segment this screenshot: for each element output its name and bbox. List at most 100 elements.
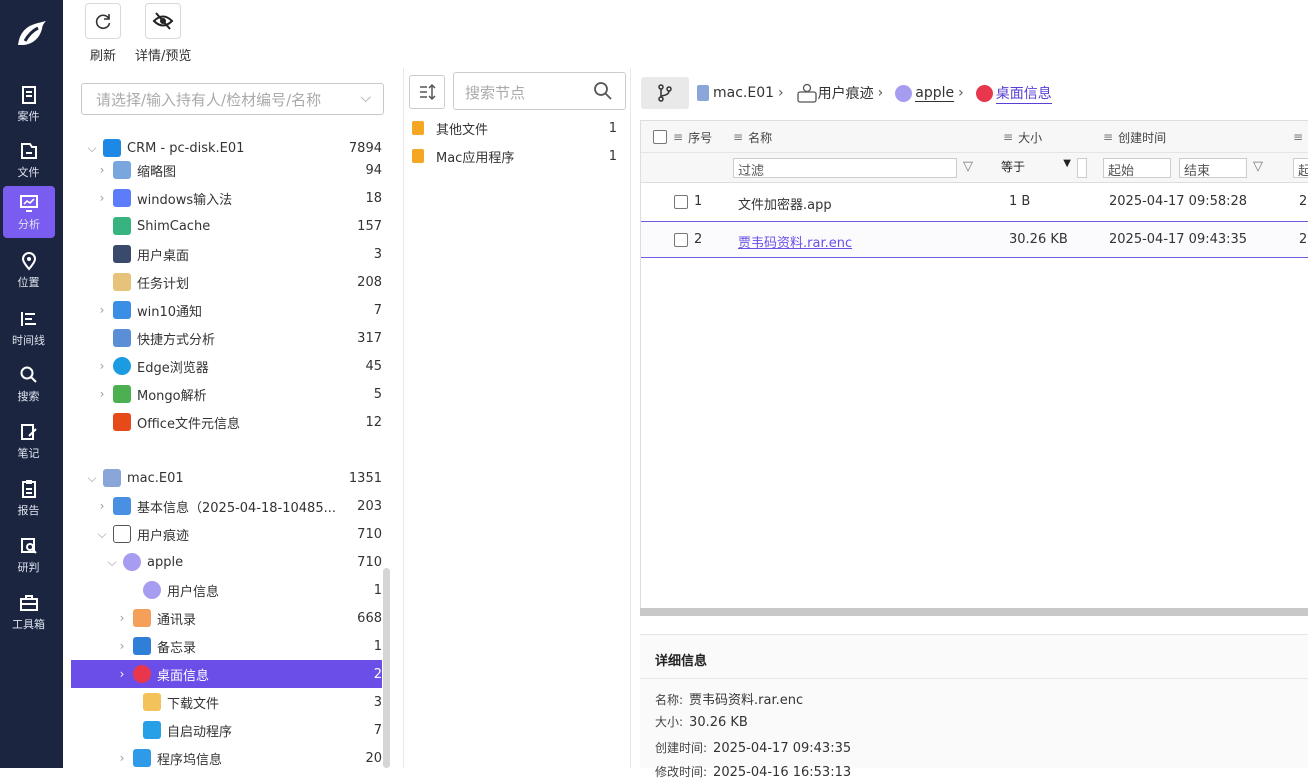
chevron-right-icon[interactable]: ›: [95, 387, 109, 401]
nav-item-analysis[interactable]: 分析: [3, 186, 55, 238]
row-name-link[interactable]: 贾韦码资料.rar.enc: [738, 232, 852, 251]
nav-item-file[interactable]: 文件: [0, 134, 57, 186]
node-item[interactable]: Mac应用程序 1: [412, 142, 617, 170]
column-name[interactable]: ≡ 名称: [733, 121, 772, 153]
search-icon: [20, 366, 37, 383]
chevron-right-icon[interactable]: ›: [115, 667, 129, 681]
more-filter-input[interactable]: 起: [1293, 158, 1308, 179]
desktop-icon: [113, 245, 131, 263]
tree-item-selected[interactable]: › 桌面信息 2: [71, 660, 382, 688]
start-date-input[interactable]: 起始: [1103, 158, 1171, 179]
tree-item[interactable]: 用户信息 1: [71, 576, 382, 604]
tree-item-count: 7: [373, 302, 382, 318]
chevron-right-icon[interactable]: ›: [115, 751, 129, 765]
chevron-right-icon[interactable]: ›: [95, 191, 109, 205]
branch-toggle-button[interactable]: [641, 77, 689, 109]
tree-item[interactable]: ⌵ mac.E01 1351: [71, 464, 382, 492]
evidence-select[interactable]: 请选择/输入持有人/检材编号/名称 ⌵: [81, 83, 384, 115]
node-search-input[interactable]: 搜索节点: [453, 72, 626, 110]
name-filter-input[interactable]: 过滤: [733, 158, 957, 179]
tree-item[interactable]: ⌵ apple 710: [71, 548, 382, 576]
column-created[interactable]: ≡ 创建时间: [1103, 121, 1166, 153]
nav-item-timeline[interactable]: 时间线: [0, 302, 57, 354]
tree-item[interactable]: › Edge浏览器 45: [71, 352, 382, 380]
tree-item[interactable]: ⌵ 用户痕迹 710: [71, 520, 382, 548]
tree-item[interactable]: › 通讯录 668: [71, 604, 382, 632]
column-index[interactable]: ≡ 序号: [673, 121, 712, 153]
table-row[interactable]: 1 文件加密器.app 1 B 2025-04-17 09:58:28 20: [641, 184, 1308, 221]
breadcrumb-item[interactable]: apple ›: [895, 84, 967, 102]
chevron-down-icon[interactable]: ⌵: [85, 141, 99, 156]
info-list-icon: [113, 497, 131, 515]
tree-item-count: 1: [373, 638, 382, 654]
size-filter-input[interactable]: [1077, 158, 1087, 178]
sort-button[interactable]: [409, 75, 445, 109]
chevron-right-icon[interactable]: ›: [115, 611, 129, 625]
size-operator-select[interactable]: 等于 ▼: [1001, 158, 1071, 178]
tree-item[interactable]: ShimCache 157: [71, 212, 382, 240]
nav-item-search[interactable]: 搜索: [0, 358, 57, 410]
tree-item[interactable]: › 基本信息（2025-04-18-10485... 203: [71, 492, 382, 520]
nav-item-judge[interactable]: 研判: [0, 529, 57, 581]
chevron-right-icon[interactable]: ›: [115, 639, 129, 653]
tree-item[interactable]: › 备忘录 1: [71, 632, 382, 660]
tree-item[interactable]: 任务计划 208: [71, 268, 382, 296]
chevron-right-icon[interactable]: ›: [95, 303, 109, 317]
detail-preview-button[interactable]: 详情/预览: [135, 3, 191, 64]
tree-item[interactable]: Office文件元信息 12: [71, 408, 382, 436]
nav-item-toolbox[interactable]: 工具箱: [0, 586, 57, 638]
bell-icon: [113, 301, 131, 319]
tree-item-label: Edge浏览器: [137, 360, 209, 376]
chevron-down-icon[interactable]: ⌵: [85, 471, 99, 486]
tree-item-count: 208: [357, 274, 382, 290]
end-date-input[interactable]: 结束: [1179, 158, 1247, 179]
refresh-button[interactable]: 刷新: [85, 3, 121, 64]
memo-icon: [133, 637, 151, 655]
nav-item-location[interactable]: 位置: [0, 244, 57, 296]
column-more[interactable]: ≡: [1293, 121, 1308, 153]
tree-item-label: 通讯录: [157, 612, 197, 628]
chevron-right-icon[interactable]: ›: [95, 163, 109, 177]
node-count: 1: [608, 120, 617, 136]
nav-item-note[interactable]: 笔记: [0, 415, 57, 467]
chevron-right-icon[interactable]: ›: [95, 499, 109, 513]
tree-item[interactable]: 自启动程序 7: [71, 716, 382, 744]
filter-icon[interactable]: ▽: [1253, 159, 1263, 174]
breadcrumb-item[interactable]: mac.E01 ›: [697, 85, 788, 101]
node-panel: 搜索节点 其他文件 1 Mac应用程序 1: [403, 68, 631, 768]
table-row-selected[interactable]: 2 贾韦码资料.rar.enc 30.26 KB 2025-04-17 09:4…: [641, 221, 1308, 258]
tree-item-count: 7: [373, 722, 382, 738]
nav-label: 时间线: [12, 333, 45, 347]
tree-item[interactable]: › windows输入法 18: [71, 184, 382, 212]
search-icon[interactable]: [593, 81, 613, 101]
column-menu-icon: ≡: [1003, 130, 1014, 144]
chevron-right-icon: ›: [877, 85, 884, 101]
start-date-placeholder: 起始: [1108, 164, 1135, 179]
node-item[interactable]: 其他文件 1: [412, 114, 617, 142]
row-checkbox[interactable]: [674, 233, 688, 247]
tree-item[interactable]: › Mongo解析 5: [71, 380, 382, 408]
chevron-down-icon[interactable]: ⌵: [105, 555, 119, 570]
row-checkbox[interactable]: [674, 195, 688, 209]
tree-item[interactable]: › win10通知 7: [71, 296, 382, 324]
tree-item-label: 用户痕迹: [137, 528, 190, 544]
tree-scrollbar[interactable]: [383, 568, 390, 768]
tree-item[interactable]: 用户桌面 3: [71, 240, 382, 268]
user-icon: [895, 84, 913, 102]
tree-item-count: 45: [365, 358, 382, 374]
tree-item-count: 5: [373, 386, 382, 402]
chevron-down-icon[interactable]: ⌵: [95, 527, 109, 542]
windows-icon: [103, 139, 121, 157]
tree-item[interactable]: 下载文件 3: [71, 688, 382, 716]
breadcrumb-item[interactable]: 用户痕迹 ›: [796, 82, 888, 104]
column-size[interactable]: ≡ 大小: [1003, 121, 1042, 153]
tree-item[interactable]: 快捷方式分析 317: [71, 324, 382, 352]
tree-item[interactable]: › 缩略图 94: [71, 156, 382, 184]
breadcrumb-item[interactable]: 桌面信息: [975, 83, 1052, 104]
grid-horizontal-scrollbar[interactable]: [640, 608, 1308, 616]
chevron-right-icon[interactable]: ›: [95, 359, 109, 373]
nav-item-report[interactable]: 报告: [0, 472, 57, 524]
filter-icon[interactable]: ▽: [963, 159, 973, 174]
select-all-checkbox[interactable]: [653, 121, 667, 153]
nav-item-case[interactable]: 案件: [0, 78, 57, 130]
